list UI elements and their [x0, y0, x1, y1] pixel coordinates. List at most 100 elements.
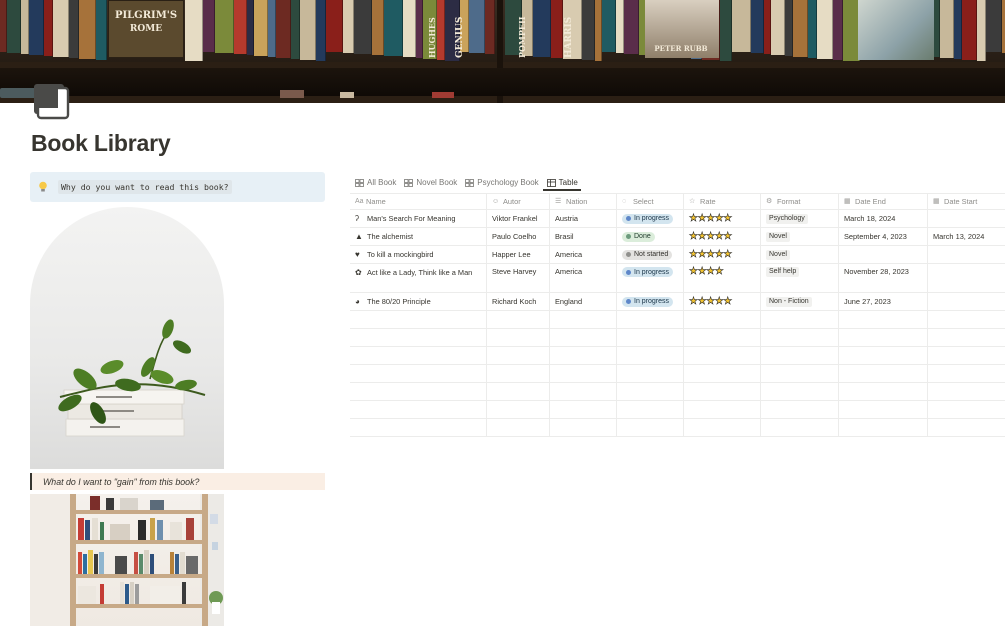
empty-table-row[interactable]: [350, 419, 1005, 437]
empty-cell[interactable]: [550, 401, 617, 418]
cell-autor[interactable]: Paulo Coelho: [487, 228, 550, 245]
empty-cell[interactable]: [839, 347, 928, 364]
empty-cell[interactable]: [839, 383, 928, 400]
cell-nation[interactable]: England: [550, 293, 617, 310]
empty-table-row[interactable]: [350, 383, 1005, 401]
callout-block[interactable]: Why do you want to read this book?: [30, 172, 325, 202]
empty-table-row[interactable]: [350, 401, 1005, 419]
tab-psychology-book[interactable]: Psychology Book: [465, 176, 539, 189]
column-header-nation[interactable]: ☰ Nation: [550, 194, 617, 209]
quote-block[interactable]: What do I want to "gain" from this book?: [30, 473, 325, 490]
empty-cell[interactable]: [350, 383, 487, 400]
empty-cell[interactable]: [487, 311, 550, 328]
empty-cell[interactable]: [350, 329, 487, 346]
cell-nation[interactable]: America: [550, 246, 617, 263]
cell-date-start[interactable]: [928, 264, 1005, 292]
empty-cell[interactable]: [928, 311, 1005, 328]
empty-cell[interactable]: [350, 365, 487, 382]
empty-cell[interactable]: [761, 401, 839, 418]
empty-cell[interactable]: [684, 383, 761, 400]
empty-cell[interactable]: [684, 329, 761, 346]
cell-date-start[interactable]: [928, 293, 1005, 310]
empty-cell[interactable]: [684, 311, 761, 328]
cell-format[interactable]: Self help: [761, 264, 839, 292]
empty-cell[interactable]: [761, 329, 839, 346]
empty-cell[interactable]: [684, 419, 761, 436]
empty-cell[interactable]: [617, 329, 684, 346]
cell-autor[interactable]: Richard Koch: [487, 293, 550, 310]
empty-cell[interactable]: [839, 311, 928, 328]
empty-table-row[interactable]: [350, 347, 1005, 365]
empty-cell[interactable]: [487, 347, 550, 364]
empty-table-row[interactable]: [350, 311, 1005, 329]
empty-cell[interactable]: [617, 383, 684, 400]
cell-nation[interactable]: Austria: [550, 210, 617, 227]
cell-autor[interactable]: Steve Harvey: [487, 264, 550, 292]
cell-rate[interactable]: ★★★★: [684, 264, 761, 292]
empty-cell[interactable]: [761, 383, 839, 400]
cell-date-end[interactable]: September 4, 2023: [839, 228, 928, 245]
empty-cell[interactable]: [487, 419, 550, 436]
cell-format[interactable]: Novel: [761, 246, 839, 263]
cell-autor[interactable]: Happer Lee: [487, 246, 550, 263]
empty-cell[interactable]: [839, 365, 928, 382]
empty-cell[interactable]: [839, 401, 928, 418]
column-header-name[interactable]: Aa Name: [350, 194, 487, 209]
cell-rate[interactable]: ★★★★★: [684, 228, 761, 245]
empty-cell[interactable]: [487, 365, 550, 382]
empty-cell[interactable]: [684, 347, 761, 364]
empty-cell[interactable]: [350, 347, 487, 364]
cell-select[interactable]: In progress: [617, 293, 684, 310]
empty-cell[interactable]: [928, 365, 1005, 382]
empty-cell[interactable]: [928, 383, 1005, 400]
cell-format[interactable]: Novel: [761, 228, 839, 245]
cell-select[interactable]: Not started: [617, 246, 684, 263]
empty-table-row[interactable]: [350, 329, 1005, 347]
cell-date-end[interactable]: November 28, 2023: [839, 264, 928, 292]
empty-cell[interactable]: [928, 329, 1005, 346]
empty-cell[interactable]: [487, 329, 550, 346]
empty-cell[interactable]: [487, 383, 550, 400]
empty-cell[interactable]: [761, 347, 839, 364]
book-name[interactable]: Man's Search For Meaning: [367, 213, 456, 224]
empty-cell[interactable]: [550, 365, 617, 382]
cell-rate[interactable]: ★★★★★: [684, 210, 761, 227]
cell-nation[interactable]: Brasil: [550, 228, 617, 245]
empty-cell[interactable]: [617, 365, 684, 382]
cell-nation[interactable]: America: [550, 264, 617, 292]
cell-format[interactable]: Psychology: [761, 210, 839, 227]
cell-rate[interactable]: ★★★★★: [684, 246, 761, 263]
column-header-select[interactable]: ◌ Select: [617, 194, 684, 209]
cell-date-start[interactable]: March 13, 2024: [928, 228, 1005, 245]
empty-cell[interactable]: [550, 383, 617, 400]
empty-cell[interactable]: [617, 347, 684, 364]
empty-cell[interactable]: [839, 419, 928, 436]
tab-novel-book[interactable]: Novel Book: [404, 176, 457, 189]
empty-cell[interactable]: [761, 311, 839, 328]
cell-select[interactable]: In progress: [617, 264, 684, 292]
empty-cell[interactable]: [617, 311, 684, 328]
cell-date-end[interactable]: March 18, 2024: [839, 210, 928, 227]
table-row[interactable]: ʔ Man's Search For Meaning Viktor Frankel…: [350, 210, 1005, 228]
empty-cell[interactable]: [928, 347, 1005, 364]
cell-format[interactable]: Non - Fiction: [761, 293, 839, 310]
table-row[interactable]: ▲ The alchemist Paulo Coelho Brasil Done …: [350, 228, 1005, 246]
empty-cell[interactable]: [550, 419, 617, 436]
empty-table-row[interactable]: [350, 365, 1005, 383]
empty-cell[interactable]: [617, 401, 684, 418]
empty-cell[interactable]: [928, 401, 1005, 418]
book-name[interactable]: The alchemist: [367, 231, 413, 242]
empty-cell[interactable]: [487, 401, 550, 418]
cell-rate[interactable]: ★★★★★: [684, 293, 761, 310]
tab-table[interactable]: Table: [546, 176, 578, 189]
empty-cell[interactable]: [761, 419, 839, 436]
cell-autor[interactable]: Viktor Frankel: [487, 210, 550, 227]
column-header-date-start[interactable]: ▦ Date Start: [928, 194, 1005, 209]
cell-date-start[interactable]: [928, 210, 1005, 227]
table-row[interactable]: ✿ Act like a Lady, Think like a Man Steve…: [350, 264, 1005, 293]
empty-cell[interactable]: [684, 401, 761, 418]
cell-select[interactable]: Done: [617, 228, 684, 245]
plant-books-image[interactable]: [30, 207, 224, 469]
column-header-rate[interactable]: ☆ Rate: [684, 194, 761, 209]
empty-cell[interactable]: [928, 419, 1005, 436]
